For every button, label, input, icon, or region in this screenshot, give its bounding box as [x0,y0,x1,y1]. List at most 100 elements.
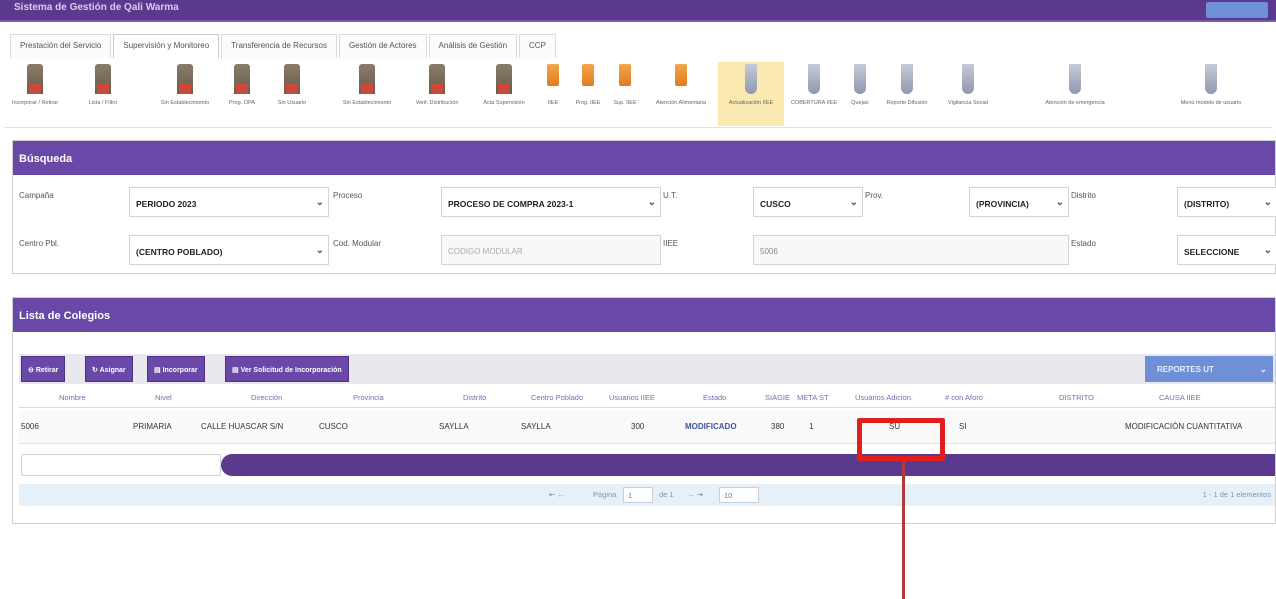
cell-direccion: CALLE HUASCAR S/N [201,422,284,431]
iiee-input[interactable]: 5006 [753,235,1069,265]
reportes-ut-button[interactable]: REPORTES UT ⌄ [1145,356,1273,382]
toolbar-btn-incorporar[interactable]: Incorporar / Retirar [4,62,66,126]
toolbar-btn-sup-iiee[interactable]: Sup. IIEE [608,62,642,126]
col-adicion[interactable]: Usuarios Adicion. [855,393,913,402]
tool-icon [745,64,757,94]
asignar-button[interactable]: ↻ Asignar [85,356,133,382]
per-page-select[interactable]: 10 [719,487,759,503]
distrito-label: Distrito [1071,191,1096,200]
col-centro[interactable]: Centro Poblado [531,393,583,402]
toolbar-btn-vigilancia-social[interactable]: Vigilancia Social [938,62,998,126]
annotation-highlight-box [857,418,945,461]
page-input[interactable]: 1 [623,487,653,503]
table-row[interactable]: 5006 PRIMARIA CALLE HUASCAR S/N CUSCO SA… [19,410,1275,444]
first-page-icon[interactable]: ⇤ ← [549,490,565,499]
col-causa[interactable]: CAUSA IIEE [1159,393,1201,402]
toolbar-btn-prog-opa[interactable]: Prog. OPA [220,62,264,126]
proceso-select[interactable]: PROCESO DE COMPRA 2023-1 ⌄ [441,187,661,217]
toolbar-btn-cobertura[interactable]: COBERTURA IIEE [786,62,842,126]
cell-meta: 1 [809,422,814,431]
col-direccion[interactable]: Dirección [251,393,282,402]
ut-select[interactable]: CUSCO ⌄ [753,187,863,217]
cell-estado-link[interactable]: MODIFICADO [685,422,737,431]
toolbar-btn-menu-modelo[interactable]: Menú modelo de usuario [1154,62,1268,126]
scrollbar-track[interactable] [21,454,221,476]
table-header: Nombre Nivel Dirección Provincia Distrit… [19,386,1275,408]
tool-icon [1205,64,1217,94]
tab-transferencia[interactable]: Transferencia de Recursos [221,34,337,58]
incorporar-button[interactable]: ▤ Incorporar [147,356,205,382]
centro-select[interactable]: (CENTRO POBLADO) ⌄ [129,235,329,265]
icon-toolbar: Incorporar / Retirar Lista / Filtro Sin … [4,62,1272,128]
col-estado[interactable]: Estado [703,393,726,402]
cell-centro: SAYLLA [521,422,551,431]
toolbar-btn-acta-supervision[interactable]: Acta Supervisión [474,62,534,126]
chevron-down-icon: ⌄ [1263,197,1272,208]
toolbar-btn-verif-distribucion[interactable]: Verif. Distribución [404,62,470,126]
col-siagie[interactable]: SIAGIE [765,393,790,402]
toolbar-btn-sin-usuario[interactable]: Sin Usuario [266,62,318,126]
tool-icon [854,64,866,94]
chevron-down-icon: ⌄ [315,245,324,256]
proceso-label: Proceso [333,191,363,200]
scrollbar-thumb[interactable] [221,454,1275,476]
tool-icon [962,64,974,94]
user-menu-button[interactable] [1206,2,1268,18]
toolbar-btn-actualizacion-iiee[interactable]: Actualización IIEE [718,62,784,126]
toolbar-btn-lista[interactable]: Lista / Filtro [72,62,134,126]
col-distrito[interactable]: Distrito [463,393,486,402]
toolbar-btn-quejas[interactable]: Quejas [844,62,876,126]
tab-prestacion[interactable]: Prestación del Servicio [10,34,112,58]
search-panel: Búsqueda Campaña PERIODO 2023 ⌄ Proceso P… [12,140,1276,274]
app-title: Sistema de Gestión de Qali Warma [14,2,179,13]
tab-ccp[interactable]: CCP [519,34,556,58]
toolbar-btn-atencion-emergencia[interactable]: Atención de emergencia [1000,62,1150,126]
page-label: Página [593,490,617,499]
main-tabs: Prestación del Servicio Supervisión y Mo… [10,34,558,58]
document-icon [547,64,559,86]
tab-analisis[interactable]: Análisis de Gestión [428,34,518,58]
toolbar-btn-sin-establecimiento[interactable]: Sin Establecimiento [154,62,216,126]
col-meta[interactable]: META ST [797,393,829,402]
list-panel: Lista de Colegios ⊖ Retirar ↻ Asignar ▤ … [12,297,1276,524]
cell-siagie: 380 [771,422,785,431]
refresh-icon: ↻ [92,367,100,374]
col-usuarios[interactable]: Usuarios IIEE [609,393,655,402]
school-icon [177,64,193,94]
campania-label: Campaña [19,191,54,200]
school-icon [429,64,445,94]
tool-icon [901,64,913,94]
toolbar-btn-prog-iiee[interactable]: Prog. IIEE [570,62,606,126]
school-icon [284,64,300,94]
top-bar: Sistema de Gestión de Qali Warma [0,0,1276,22]
retirar-button[interactable]: ⊖ Retirar [21,356,66,382]
col-aforo[interactable]: # con Aforo [945,393,983,402]
horizontal-scrollbar[interactable] [19,450,1275,480]
search-row-2: Centro Pbl. (CENTRO POBLADO) ⌄ Cod. Modul… [13,235,1276,269]
school-icon [234,64,250,94]
tab-supervision[interactable]: Supervisión y Monitoreo [113,34,220,58]
document-icon [619,64,631,86]
toolbar-btn-sin-establecimiento-2[interactable]: Sin Establecimiento [334,62,400,126]
col-provincia[interactable]: Provincia [353,393,384,402]
distrito-select[interactable]: (DISTRITO) ⌄ [1177,187,1276,217]
col-nivel[interactable]: Nivel [155,393,172,402]
estado-select[interactable]: SELECCIONE ⌄ [1177,235,1276,265]
col-distrito2[interactable]: DISTRITO [1059,393,1094,402]
cell-nombre: 5006 [21,422,39,431]
cell-distrito: SAYLLA [439,422,469,431]
next-page-icon[interactable]: → ⇥ [687,490,703,499]
toolbar-btn-reporte-difusion[interactable]: Reporte Difusión [878,62,936,126]
cell-provincia: CUSCO [319,422,348,431]
ver-solicitud-button[interactable]: ▤ Ver Solicitud de Incorporación [225,356,349,382]
codmodular-input[interactable]: CODIGO MODULAR [441,235,661,265]
col-nombre[interactable]: Nombre [59,393,86,402]
toolbar-btn-atencion-alimentaria[interactable]: Atención Alimentaria [644,62,718,126]
prov-select[interactable]: (PROVINCIA) ⌄ [969,187,1069,217]
pager-summary: 1 - 1 de 1 elementos [1202,490,1271,499]
annotation-arrow [902,461,905,599]
chevron-down-icon: ⌄ [647,197,656,208]
campania-select[interactable]: PERIODO 2023 ⌄ [129,187,329,217]
toolbar-btn-iiee[interactable]: IIEE [538,62,568,126]
tab-gestion-actores[interactable]: Gestión de Actores [338,34,427,58]
